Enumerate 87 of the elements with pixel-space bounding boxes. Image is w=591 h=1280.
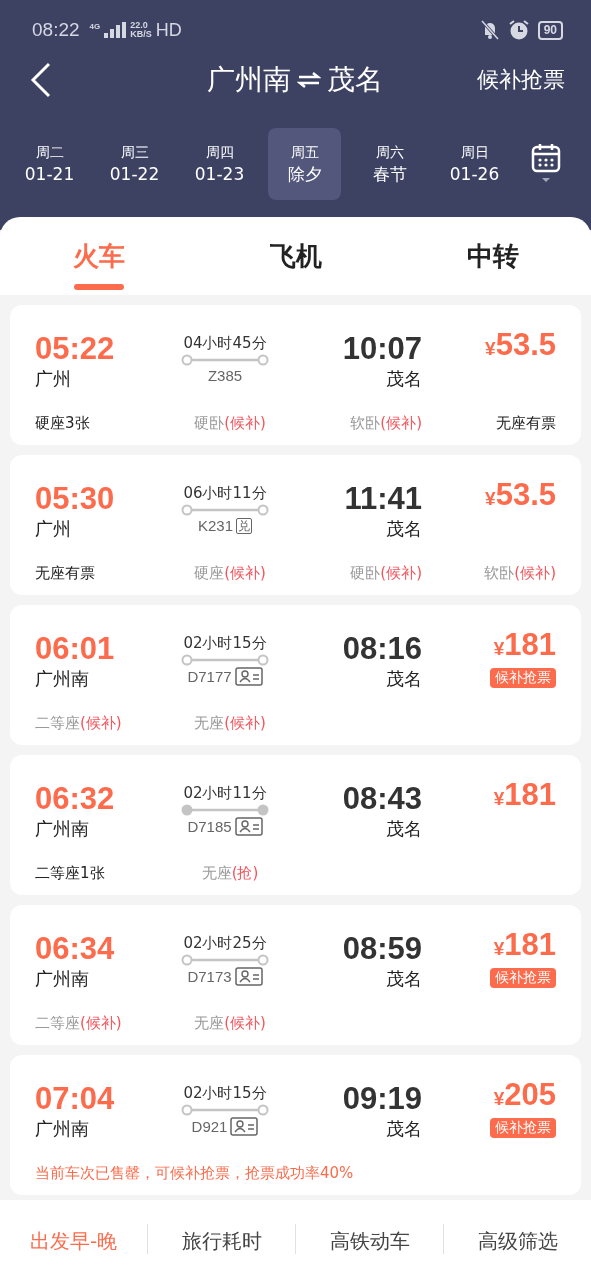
duration: 02小时15分 [183,1083,267,1103]
train-number: D7177 [187,668,232,685]
train-card[interactable]: 05:30 06小时11分 11:41 ¥53.5 广州 K231 兑 茂名 无座有票 硬座(候补) 硬卧(候补) 软卧(候补) [10,455,581,595]
seat-availability: 无座有票 [496,413,556,433]
departure-station: 广州南 [35,967,90,991]
date-tab[interactable]: 周五 除夕 [268,128,341,200]
hd-indicator: HD [155,19,182,41]
departure-time: 05:30 [35,481,116,517]
departure-station: 广州南 [35,817,90,841]
network-type: 4G [89,21,101,31]
date-tab[interactable]: 周三 01-22 [98,128,171,200]
seat-availability: 硬座(候补) [194,563,266,583]
battery-indicator: 90 [537,20,563,40]
duration: 02小时11分 [183,783,267,803]
seat-availability: 软卧(候补) [484,563,556,583]
alarm-icon [507,19,530,41]
arrival-station: 茂名 [386,1117,422,1141]
duration: 06小时11分 [183,483,267,503]
arrival-station: 茂名 [386,367,422,391]
train-number: D7173 [187,968,232,985]
departure-time: 06:32 [35,781,116,817]
origin-station: 广州南 [206,62,291,98]
arrival-time: 10:07 [342,331,422,367]
price: ¥181 [493,927,556,964]
train-number: Z385 [207,367,243,384]
price: ¥53.5 [485,477,556,514]
train-card[interactable]: 05:22 04小时45分 10:07 ¥53.5 广州 Z385 茂名 硬座3张 硬卧(候补) 软卧(候补) 无座有票 [10,305,581,445]
seat-availability: 无座(候补) [194,1013,266,1033]
arrival-time: 08:16 [342,631,422,667]
departure-time: 05:22 [35,331,116,367]
arrival-station: 茂名 [386,967,422,991]
seat-availability: 二等座(候补) [35,1013,122,1033]
sold-out-notice: 当前车次已售罄，可候补抢票，抢票成功率40% [35,1163,355,1183]
train-number: D7185 [187,818,232,835]
seat-availability: 无座(候补) [194,713,266,733]
duration: 04小时45分 [183,333,267,353]
departure-station: 广州南 [35,667,90,691]
arrival-station: 茂名 [386,817,422,841]
seat-availability: 无座有票 [35,563,95,583]
arrival-station: 茂名 [386,517,422,541]
waitlist-link[interactable]: 候补抢票 [477,65,565,95]
price: ¥181 [493,627,556,664]
train-card[interactable]: 06:32 02小时11分 08:43 ¥181 广州南 D7185 茂名 二等座1张 无座(抢) [10,755,581,895]
arrival-time: 11:41 [344,481,422,517]
train-number: D921 [191,1118,228,1135]
train-card[interactable]: 06:34 02小时25分 08:59 ¥181 广州南 D7173 茂名 候补抢票 二等座(候补) 无座(候补) [10,905,581,1045]
train-card[interactable]: 07:04 02小时15分 09:19 ¥205 广州南 D921 茂名 候补抢票 当前车次已售罄，可候补抢票，抢票成功率40% [10,1055,581,1195]
departure-time: 06:01 [35,631,116,667]
seat-availability: 无座(抢) [201,863,259,883]
price: ¥205 [493,1077,556,1114]
seat-availability: 硬卧(候补) [350,563,422,583]
signal-icon [104,22,127,38]
sort-option[interactable]: 高级筛选 [444,1200,591,1280]
date-tab[interactable]: 周六 春节 [353,128,426,200]
swap-icon[interactable] [296,71,321,89]
exchange-tag: 兑 [236,517,252,534]
destination-station: 茂名 [326,62,383,98]
back-icon[interactable] [30,62,52,98]
sort-option[interactable]: 高铁动车 [296,1200,443,1280]
seat-availability: 二等座1张 [35,863,105,883]
price: ¥181 [493,777,556,814]
date-tab[interactable]: 周二 01-21 [13,128,86,200]
sort-option[interactable]: 旅行耗时 [148,1200,295,1280]
departure-station: 广州 [35,367,72,391]
train-card[interactable]: 06:01 02小时15分 08:16 ¥181 广州南 D7177 茂名 候补抢票 二等座(候补) 无座(候补) [10,605,581,745]
network-speed: 22.0 KB/S [130,21,152,39]
date-tab[interactable]: 周四 01-23 [183,128,256,200]
clock: 08:22 [32,19,80,41]
arrival-time: 08:43 [342,781,422,817]
arrival-station: 茂名 [386,667,422,691]
transport-tab[interactable]: 中转 [394,217,591,295]
price: ¥53.5 [485,327,556,364]
arrival-time: 08:59 [342,931,422,967]
date-tab[interactable]: 周日 01-26 [438,128,511,200]
seat-availability: 硬座3张 [35,413,90,433]
departure-time: 06:34 [35,931,116,967]
transport-tab[interactable]: 飞机 [197,217,394,295]
seat-availability: 二等座(候补) [35,713,122,733]
train-number: K231 [197,517,233,534]
departure-time: 07:04 [35,1081,116,1117]
departure-station: 广州南 [35,1117,90,1141]
seat-availability: 硬卧(候补) [194,413,266,433]
duration: 02小时25分 [183,933,267,953]
seat-availability: 软卧(候补) [350,413,422,433]
arrival-time: 09:19 [342,1081,422,1117]
duration: 02小时15分 [183,633,267,653]
departure-station: 广州 [35,517,72,541]
